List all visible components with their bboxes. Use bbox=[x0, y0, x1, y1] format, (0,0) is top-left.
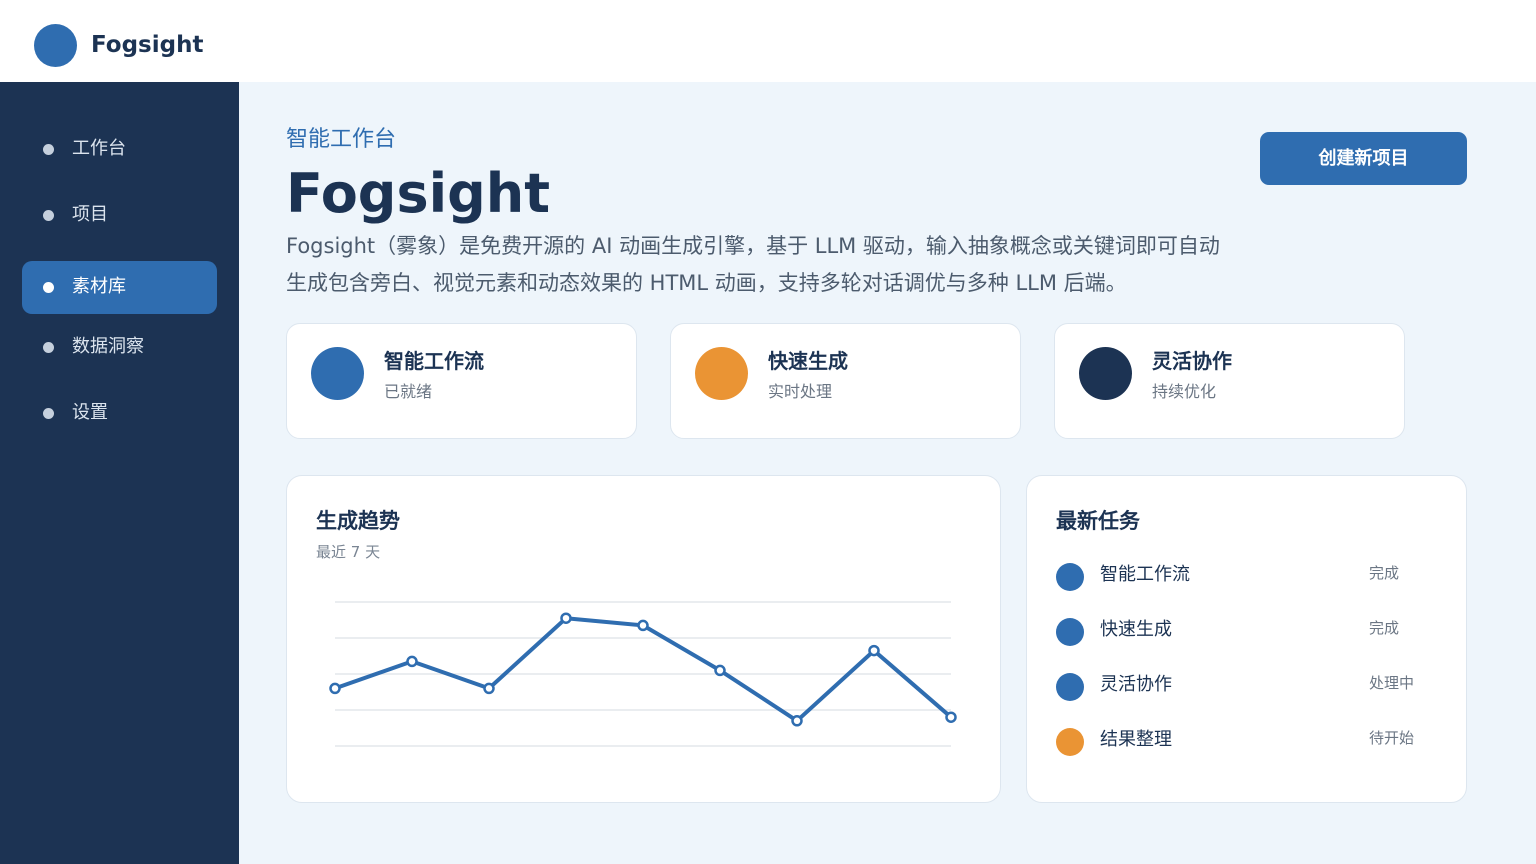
data-point[interactable] bbox=[714, 664, 726, 677]
sidebar-item-label: 素材库 bbox=[72, 276, 126, 297]
tasks-title: 最新任务 bbox=[1056, 509, 1140, 533]
description-line: 生成包含旁白、视觉元素和动态效果的 HTML 动画，支持多轮对话调优与多种 LL… bbox=[286, 271, 1127, 295]
task-status-dot bbox=[1056, 618, 1084, 646]
trend-line-chart bbox=[329, 601, 957, 747]
task-status-dot bbox=[1056, 673, 1084, 701]
feature-card-collab[interactable]: 灵活协作 持续优化 bbox=[1054, 323, 1405, 439]
task-name[interactable]: 结果整理 bbox=[1100, 728, 1172, 752]
feature-subtitle: 实时处理 bbox=[768, 382, 833, 401]
page-kicker: 智能工作台 bbox=[286, 127, 397, 152]
data-point[interactable] bbox=[945, 711, 957, 723]
series-line bbox=[334, 616, 953, 723]
sidebar-item-settings[interactable]: 设置 bbox=[22, 387, 217, 440]
task-name[interactable]: 智能工作流 bbox=[1100, 563, 1190, 587]
trend-card: 生成趋势 最近 7 天 bbox=[286, 475, 1001, 803]
task-status: 处理中 bbox=[1369, 674, 1415, 692]
sidebar-item-label: 设置 bbox=[72, 402, 108, 423]
task-status-dot bbox=[1056, 728, 1084, 756]
feature-icon bbox=[1079, 347, 1132, 400]
sidebar-item-assets[interactable]: 素材库 bbox=[22, 261, 217, 314]
feature-icon bbox=[311, 347, 364, 400]
description-line: Fogsight（雾象）是免费开源的 AI 动画生成引擎，基于 LLM 驱动，输… bbox=[286, 234, 1220, 258]
task-name[interactable]: 快速生成 bbox=[1100, 618, 1172, 642]
task-status: 完成 bbox=[1369, 619, 1400, 637]
task-status: 完成 bbox=[1369, 564, 1400, 582]
feature-title: 快速生成 bbox=[768, 349, 848, 373]
feature-card-fast[interactable]: 快速生成 实时处理 bbox=[670, 323, 1021, 439]
bullet-icon bbox=[43, 282, 54, 293]
data-point[interactable] bbox=[868, 644, 880, 657]
feature-subtitle: 已就绪 bbox=[384, 382, 433, 401]
data-point[interactable] bbox=[791, 715, 803, 727]
feature-icon bbox=[695, 347, 748, 400]
page-title: Fogsight bbox=[286, 162, 551, 225]
brand-name: Fogsight bbox=[91, 32, 204, 58]
task-name[interactable]: 灵活协作 bbox=[1100, 673, 1172, 697]
tasks-card: 最新任务 智能工作流 完成 快速生成 完成 灵活协作 处理中 结果整理 待开始 bbox=[1026, 475, 1467, 803]
data-point[interactable] bbox=[406, 655, 418, 668]
bullet-icon bbox=[43, 210, 54, 221]
feature-card-workflow[interactable]: 智能工作流 已就绪 bbox=[286, 323, 637, 439]
sidebar: 工作台 项目 素材库 数据洞察 设置 bbox=[0, 82, 239, 864]
sidebar-item-insights[interactable]: 数据洞察 bbox=[22, 321, 217, 374]
logo-icon bbox=[34, 24, 77, 67]
bullet-icon bbox=[43, 342, 54, 353]
feature-subtitle: 持续优化 bbox=[1152, 382, 1217, 401]
sidebar-item-projects[interactable]: 项目 bbox=[22, 189, 217, 242]
data-point[interactable] bbox=[483, 682, 495, 695]
task-status-dot bbox=[1056, 563, 1084, 591]
sidebar-item-workbench[interactable]: 工作台 bbox=[22, 123, 217, 176]
data-point[interactable] bbox=[329, 682, 341, 695]
page-description: Fogsight（雾象）是免费开源的 AI 动画生成引擎，基于 LLM 驱动，输… bbox=[286, 228, 1346, 302]
sidebar-item-label: 工作台 bbox=[72, 138, 126, 159]
bullet-icon bbox=[43, 144, 54, 155]
top-bar: Fogsight bbox=[0, 0, 1536, 82]
sidebar-item-label: 数据洞察 bbox=[72, 336, 144, 357]
task-status: 待开始 bbox=[1369, 729, 1415, 747]
data-point[interactable] bbox=[560, 612, 572, 624]
feature-title: 灵活协作 bbox=[1152, 349, 1232, 373]
sidebar-item-label: 项目 bbox=[72, 204, 108, 225]
create-project-button[interactable]: 创建新项目 bbox=[1260, 132, 1467, 185]
feature-title: 智能工作流 bbox=[384, 349, 484, 373]
data-point[interactable] bbox=[637, 619, 649, 632]
bullet-icon bbox=[43, 408, 54, 419]
